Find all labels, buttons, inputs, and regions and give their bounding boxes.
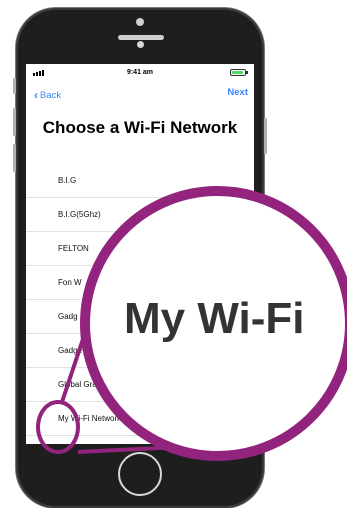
magnified-network-name: My Wi-Fi xyxy=(124,294,305,343)
magnifier-callout: My Wi-Fi xyxy=(80,186,347,461)
highlight-ring xyxy=(36,400,80,454)
